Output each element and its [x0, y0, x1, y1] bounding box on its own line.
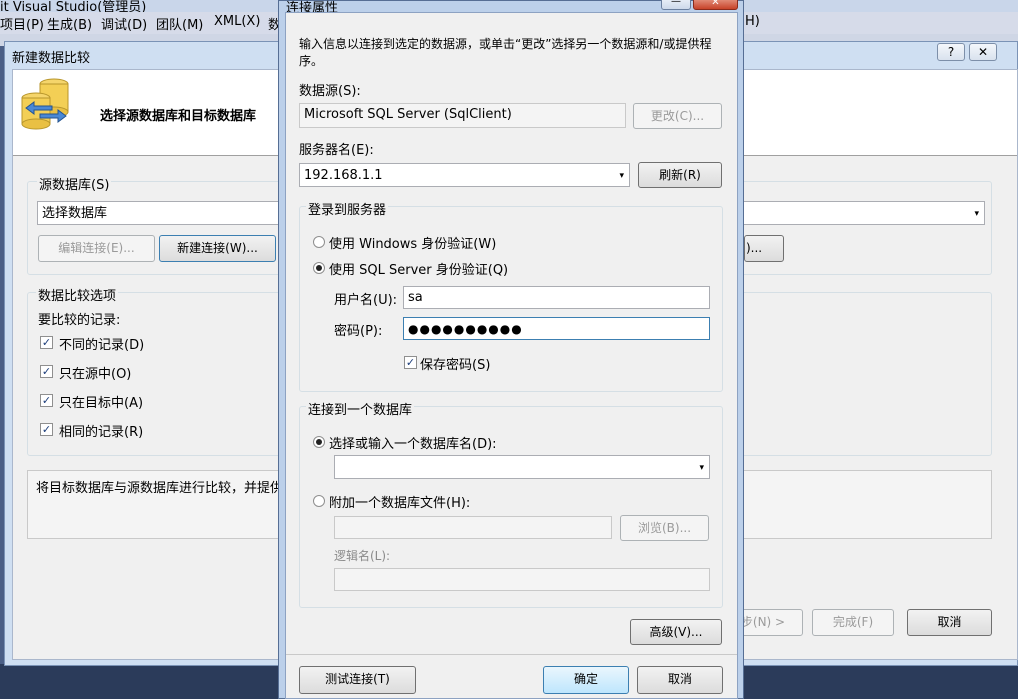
windows-auth-label: 使用 Windows 身份验证(W)	[329, 237, 497, 252]
select-db-radio[interactable]	[313, 436, 325, 448]
menu-help[interactable]: H)	[745, 14, 760, 29]
menu-project[interactable]: 项目(P)	[0, 14, 44, 33]
dialog-close-button[interactable]: ✕	[693, 0, 738, 10]
source-only-label: 只在源中(O)	[59, 367, 132, 382]
datasource-label: 数据源(S):	[299, 84, 361, 99]
close-icon: ✕	[977, 45, 989, 59]
logical-name-input[interactable]	[334, 568, 710, 591]
server-name-combo[interactable]: 192.168.1.1 ▾	[299, 163, 630, 187]
username-label: 用户名(U):	[334, 293, 398, 308]
browse-button[interactable]: 浏览(B)...	[620, 515, 709, 541]
description-text: 将目标数据库与源数据库进行比较，并提供使	[36, 481, 297, 496]
check-icon: ✓	[41, 365, 52, 378]
username-input[interactable]: sa	[403, 286, 710, 309]
finish-button[interactable]: 完成(F)	[812, 609, 894, 636]
menu-build[interactable]: 生成(B)	[47, 14, 92, 33]
chevron-down-icon: ▾	[699, 463, 704, 473]
target-new-connection-button[interactable]: )...	[744, 235, 784, 262]
attach-db-label: 附加一个数据库文件(H):	[329, 496, 471, 511]
ok-button[interactable]: 确定	[543, 666, 629, 694]
diff-records-label: 不同的记录(D)	[59, 338, 145, 353]
close-icon: ✕	[711, 0, 720, 8]
password-label: 密码(P):	[334, 324, 383, 339]
logical-name-label: 逻辑名(L):	[334, 549, 391, 563]
chevron-down-icon: ▾	[619, 171, 624, 181]
wizard-cancel-button[interactable]: 取消	[907, 609, 992, 636]
dialog-intro: 输入信息以连接到选定的数据源，或单击“更改”选择另一个数据源和/或提供程序。	[299, 37, 712, 68]
compare-options-label: 数据比较选项	[36, 285, 119, 304]
sql-auth-label: 使用 SQL Server 身份验证(Q)	[329, 263, 509, 278]
edit-connection-button[interactable]: 编辑连接(E)...	[38, 235, 155, 262]
database-group-label: 连接到一个数据库	[306, 399, 415, 418]
check-icon: ✓	[405, 356, 416, 369]
help-button[interactable]: ?	[937, 43, 965, 61]
server-name-value: 192.168.1.1	[304, 168, 383, 183]
change-datasource-button[interactable]: 更改(C)...	[633, 103, 722, 129]
attach-db-file-input[interactable]	[334, 516, 612, 539]
minimize-button[interactable]: —	[661, 0, 691, 10]
save-password-checkbox[interactable]: ✓	[404, 356, 417, 369]
chevron-down-icon: ▾	[974, 209, 979, 219]
help-icon: ?	[947, 45, 955, 59]
same-records-checkbox[interactable]: ✓	[40, 423, 53, 436]
save-password-label: 保存密码(S)	[420, 358, 491, 373]
advanced-button[interactable]: 高级(V)...	[630, 619, 722, 645]
wizard-header-title: 选择源数据库和目标数据库	[100, 109, 257, 124]
source-db-group-label: 源数据库(S)	[37, 174, 112, 193]
vs-title: it Visual Studio(管理员)	[0, 0, 147, 12]
check-icon: ✓	[41, 394, 52, 407]
login-group-label: 登录到服务器	[306, 199, 389, 218]
dialog-separator	[286, 654, 737, 655]
minimize-icon: —	[671, 0, 681, 7]
check-icon: ✓	[41, 423, 52, 436]
database-compare-icon	[18, 76, 74, 132]
windows-auth-radio[interactable]	[313, 236, 325, 248]
target-only-label: 只在目标中(A)	[59, 396, 144, 411]
source-db-value: 选择数据库	[42, 206, 108, 221]
menu-xml[interactable]: XML(X)	[214, 14, 260, 29]
password-input[interactable]: ●●●●●●●●●●	[403, 317, 710, 340]
dialog-cancel-button[interactable]: 取消	[637, 666, 723, 694]
server-name-label: 服务器名(E):	[299, 143, 374, 158]
datasource-field: Microsoft SQL Server (SqlClient)	[299, 103, 626, 128]
test-connection-button[interactable]: 测试连接(T)	[299, 666, 416, 694]
new-connection-button[interactable]: 新建连接(W)...	[159, 235, 276, 262]
refresh-button[interactable]: 刷新(R)	[638, 162, 722, 188]
close-button[interactable]: ✕	[969, 43, 997, 61]
diff-records-checkbox[interactable]: ✓	[40, 336, 53, 349]
attach-db-radio[interactable]	[313, 495, 325, 507]
same-records-label: 相同的记录(R)	[59, 425, 144, 440]
records-label: 要比较的记录:	[38, 313, 121, 328]
target-only-checkbox[interactable]: ✓	[40, 394, 53, 407]
database-name-combo[interactable]: ▾	[334, 455, 710, 479]
wizard-title: 新建数据比较	[12, 51, 91, 66]
select-db-label: 选择或输入一个数据库名(D):	[329, 437, 497, 452]
check-icon: ✓	[41, 336, 52, 349]
menu-team[interactable]: 团队(M)	[156, 14, 203, 33]
menu-debug[interactable]: 调试(D)	[101, 14, 147, 33]
sql-auth-radio[interactable]	[313, 262, 325, 274]
source-only-checkbox[interactable]: ✓	[40, 365, 53, 378]
